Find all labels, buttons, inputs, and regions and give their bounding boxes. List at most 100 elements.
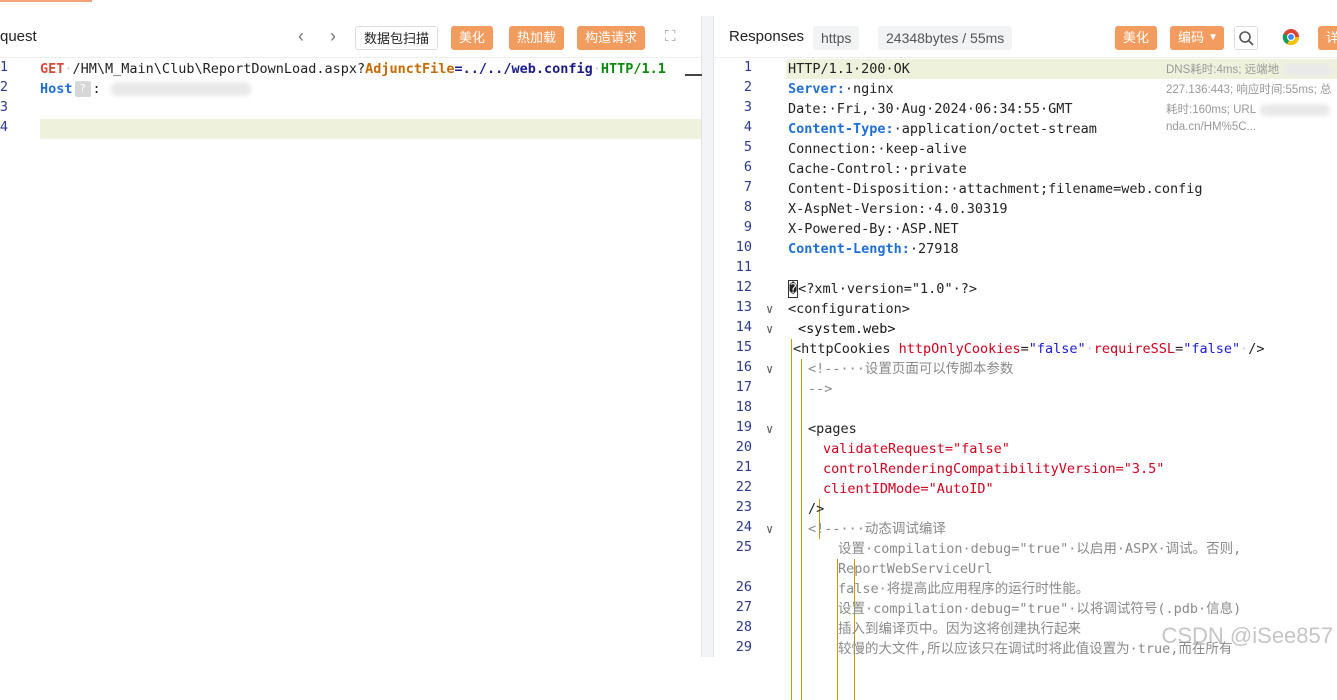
hotload-button[interactable]: 热加载 [509,26,565,50]
line-number: 20 [735,439,752,455]
line-number: 28 [735,619,752,635]
line-number: 26 [735,579,752,595]
size-time-badge: 24348bytes / 55ms [878,26,1013,50]
line-number: 17 [735,379,752,395]
bom-marker: � [788,280,799,298]
request-header: quest ‹ › 数据包扫描 美化 热加载 构造请求 ⛶ [0,16,701,58]
packet-scan-button[interactable]: 数据包扫描 [355,26,439,50]
line-number: 6 [743,159,752,175]
fold-toggle-icon[interactable]: ∨ [766,302,773,316]
line-number: 22 [735,479,752,495]
top-strip [0,0,1337,16]
host-header-line: Host?: [40,79,251,99]
response-line: Server:·nginx [788,81,894,97]
response-line: �<?xml·version="1.0"·?> [788,280,977,298]
response-line: <!--···动态调试编译 [808,521,946,537]
response-line: <configuration> [788,301,910,317]
line-number: 19 [735,419,752,435]
line-number: 4 [0,119,8,135]
response-line: X-AspNet-Version:·4.0.30319 [788,201,1008,217]
response-line: Cache-Control:·private [788,161,967,177]
response-line: <system.web> [798,321,896,337]
response-pane: Responses https 24348bytes / 55ms 美化 编码 ▼… [713,16,1337,700]
line-number: 25 [735,539,752,555]
line-number: 9 [743,219,752,235]
line-number: 15 [735,339,752,355]
beautify-button[interactable]: 美化 [451,26,494,50]
request-line: GET·/HM\M_Main\Club\ReportDownLoad.aspx?… [40,61,666,77]
line-number: 27 [735,599,752,615]
line-number: 3 [0,99,8,115]
response-line: controlRenderingCompatibilityVersion="3.… [823,461,1165,477]
timing-meta-4: nda.cn/HM%5C... [1166,121,1257,133]
line-number: 24 [735,519,752,535]
response-line: Content-Type:·application/octet-stream [788,121,1097,137]
fold-toggle-icon[interactable]: ∨ [766,322,773,336]
line-number: 11 [735,259,752,275]
request-title: quest [0,28,37,45]
response-line: Content-Length:·27918 [788,241,959,257]
response-line: 插入到编译页中。因为这将创建执行起来 [838,621,1081,637]
line-number: 18 [735,399,752,415]
response-line: <httpCookies httpOnlyCookies="false"·req… [793,341,1265,357]
fold-toggle-icon[interactable]: ∨ [766,522,773,536]
response-line: validateRequest="false" [823,441,1010,457]
response-editor[interactable]: DNS耗时:4ms; 远端地 227.136:443; 响应时间:55ms; 总… [714,59,1337,700]
response-line: <pages [808,421,857,437]
response-line: Date:·Fri,·30·Aug·2024·06:34:55·GMT [788,101,1073,117]
fold-toggle-icon[interactable]: ∨ [766,362,773,376]
construct-request-button[interactable]: 构造请求 [577,26,646,50]
response-line: <!--···设置页面可以传脚本参数 [808,361,1014,377]
line-number: 12 [735,279,752,295]
timing-meta-2: 227.136:443; 响应时间:55ms; 总 [1166,84,1332,96]
detail-button[interactable]: 详 [1318,26,1337,50]
line-number: 5 [743,139,752,155]
response-title: Responses [729,28,805,45]
chevron-down-icon: ▼ [1208,32,1219,43]
response-header: Responses https 24348bytes / 55ms 美化 编码 ▼… [714,16,1337,58]
line-number: 14 [735,319,752,335]
line-number: 4 [743,119,752,135]
line-number: 13 [735,299,752,315]
response-line: /> [808,501,825,517]
line-number: 7 [743,179,752,195]
protocol-badge: https [813,26,860,50]
chevron-right-icon[interactable]: › [330,26,336,47]
redacted-host [110,82,251,96]
line-number: 16 [735,359,752,375]
line-number: 2 [0,79,8,95]
line-number: 3 [743,99,752,115]
pane-divider[interactable] [702,16,713,657]
line-number: 29 [735,639,752,655]
chevron-left-icon[interactable]: ‹ [298,26,304,47]
response-line: 设置·compilation·debug="true"·以启用·ASPX·调试。… [838,541,1242,557]
timing-meta-3: 耗时:160ms; URL [1166,101,1331,117]
search-icon[interactable] [1234,26,1258,50]
help-icon: ? [74,81,91,97]
fold-toggle-icon[interactable]: ∨ [766,422,773,436]
response-line: Content-Disposition:·attachment;filename… [788,181,1203,197]
current-line-highlight [40,119,701,139]
response-line: --> [808,381,833,397]
chrome-icon[interactable] [1282,28,1300,51]
request-editor[interactable]: 1 GET·/HM\M_Main\Club\ReportDownLoad.asp… [0,59,702,657]
fullscreen-icon[interactable]: ⛶ [665,28,676,45]
response-line: 设置·compilation·debug="true"·以将调试符号(.pdb·… [838,601,1242,617]
timing-meta-1: DNS耗时:4ms; 远端地 [1166,61,1334,77]
response-line: HTTP/1.1·200·OK [788,61,910,77]
response-beautify-button[interactable]: 美化 [1115,26,1158,50]
response-line: false·将提高此应用程序的运行时性能。 [838,581,1090,597]
indent-guide [801,359,802,700]
active-tab-indicator [0,0,92,2]
encode-dropdown[interactable]: 编码 ▼ [1170,26,1225,50]
request-pane: quest ‹ › 数据包扫描 美化 热加载 构造请求 ⛶ 1 GET·/HM\… [0,16,702,657]
response-line-continuation: ReportWebServiceUrl [838,561,993,577]
line-number: 1 [0,59,8,75]
response-line: Connection:·keep-alive [788,141,967,157]
line-number: 21 [735,459,752,475]
indent-guide [791,339,792,700]
watermark: CSDN @iSee857 [1161,623,1333,648]
line-number: 2 [743,79,752,95]
scroll-marker [685,74,702,76]
line-number: 1 [743,59,752,75]
